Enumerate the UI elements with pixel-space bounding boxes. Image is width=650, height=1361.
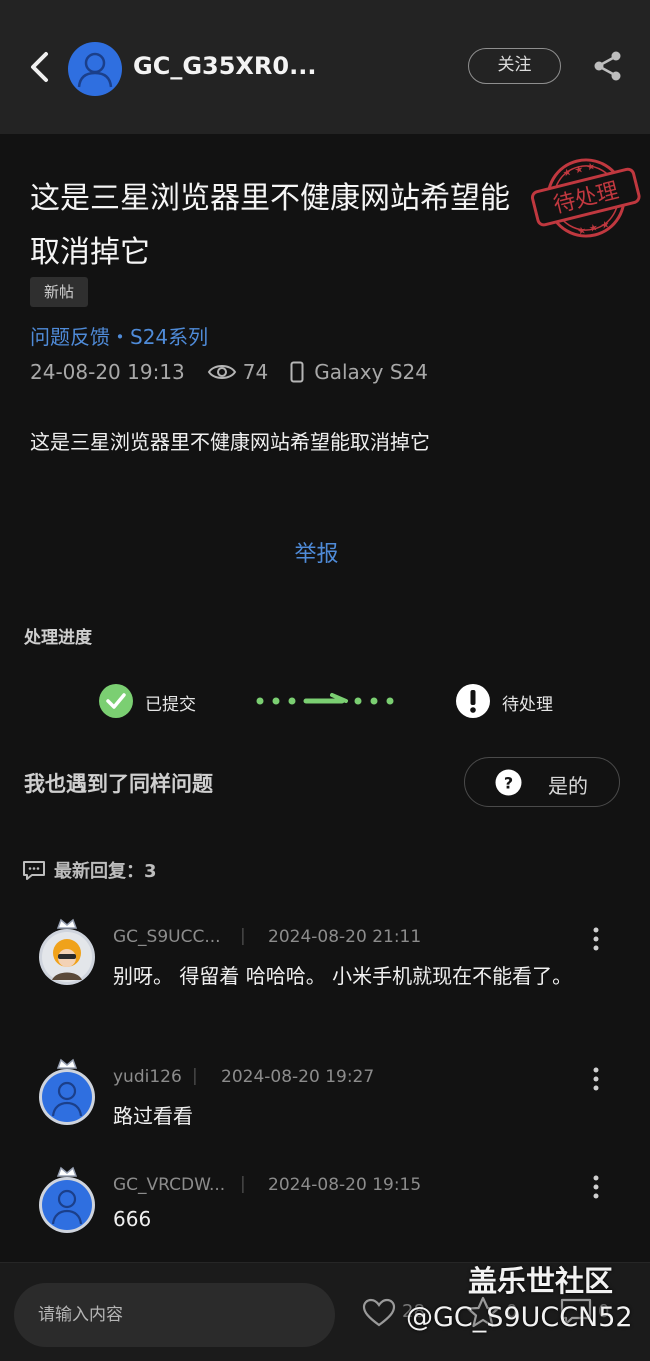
reply-time: 2024-08-20 19:15 [268,1175,422,1195]
step-pending-label: 待处理 [502,695,553,715]
more-options-icon[interactable] [585,1174,607,1200]
category-link[interactable]: 问题反馈・S24系列 [30,321,208,350]
separator: | [240,1174,246,1194]
comment-input[interactable]: 请输入内容 [14,1283,335,1347]
chevron-left-icon [31,52,48,82]
reply-username[interactable]: GC_S9UCC... [113,927,221,947]
share-button[interactable] [590,48,626,84]
view-count: 74 [242,360,269,384]
user-silhouette-icon [77,52,113,88]
post-datetime: 24-08-20 19:13 [30,360,185,384]
more-options-icon[interactable] [585,926,607,952]
reply-time: 2024-08-20 21:11 [268,927,422,947]
reply-username[interactable]: yudi126 [113,1067,182,1087]
exclamation-circle-icon [456,684,490,718]
reply-avatar[interactable] [36,1166,98,1238]
reply-text: 别呀。 得留着 哈哈哈。 小米手机就现在不能看了。 [113,964,573,988]
replies-count-label: 最新回复：3 [54,861,157,882]
replies-header: 最新回复：3 [22,857,157,883]
svg-text:?: ? [504,774,513,793]
crown-avatar-icon [39,1058,95,1125]
question-icon: ? [495,769,522,796]
progress-title: 处理进度 [24,628,92,648]
same-issue-label: 我也遇到了同样问题 [24,772,213,796]
heart-icon[interactable] [362,1298,396,1328]
device-name: Galaxy S24 [314,360,428,384]
step-submitted-label: 已提交 [145,695,196,715]
separator: | [192,1066,198,1086]
reply-text: 666 [113,1207,152,1231]
more-options-icon[interactable] [585,1066,607,1092]
pending-stamp: 待处理 ★ ★ ★ ★ ★ ★ [530,158,641,238]
crown-avatar-icon [39,1166,95,1233]
reply-avatar[interactable] [36,1058,98,1130]
reply-text: 路过看看 [113,1104,193,1128]
yes-label: 是的 [548,774,588,798]
new-post-tag: 新帖 [30,277,88,307]
eye-icon [207,365,236,379]
comment-icon [23,861,45,880]
share-icon [594,51,621,81]
watermark-user: @GC_S9UCCN52 [406,1302,633,1333]
post-meta: 24-08-20 19:13 74 Galaxy S24 [30,356,428,388]
follow-button[interactable]: 关注 [468,48,561,84]
back-button[interactable] [22,44,62,90]
report-link: 举报 [0,536,633,568]
watermark-site: 盖乐世社区 [468,1264,614,1298]
progress-connector [256,693,394,705]
reply-avatar[interactable] [36,918,98,990]
report-button[interactable]: 举报 [294,542,338,567]
reply-username[interactable]: GC_VRCDW... [113,1175,225,1195]
post-title: 这是三星浏览器里不健康网站希望能取消掉它 [30,181,510,270]
post-body: 这是三星浏览器里不健康网站希望能取消掉它 [30,430,430,454]
same-issue-yes-button[interactable]: ? 是的 [464,757,620,807]
author-avatar[interactable] [68,42,122,96]
author-name[interactable]: GC_G35XR0... [133,52,316,80]
separator: | [240,926,246,946]
crown-avatar-icon [39,918,95,985]
top-bar: GC_G35XR0... 关注 [0,0,650,134]
reply-time: 2024-08-20 19:27 [221,1067,375,1087]
phone-icon [290,361,304,383]
check-circle-icon [99,684,133,718]
